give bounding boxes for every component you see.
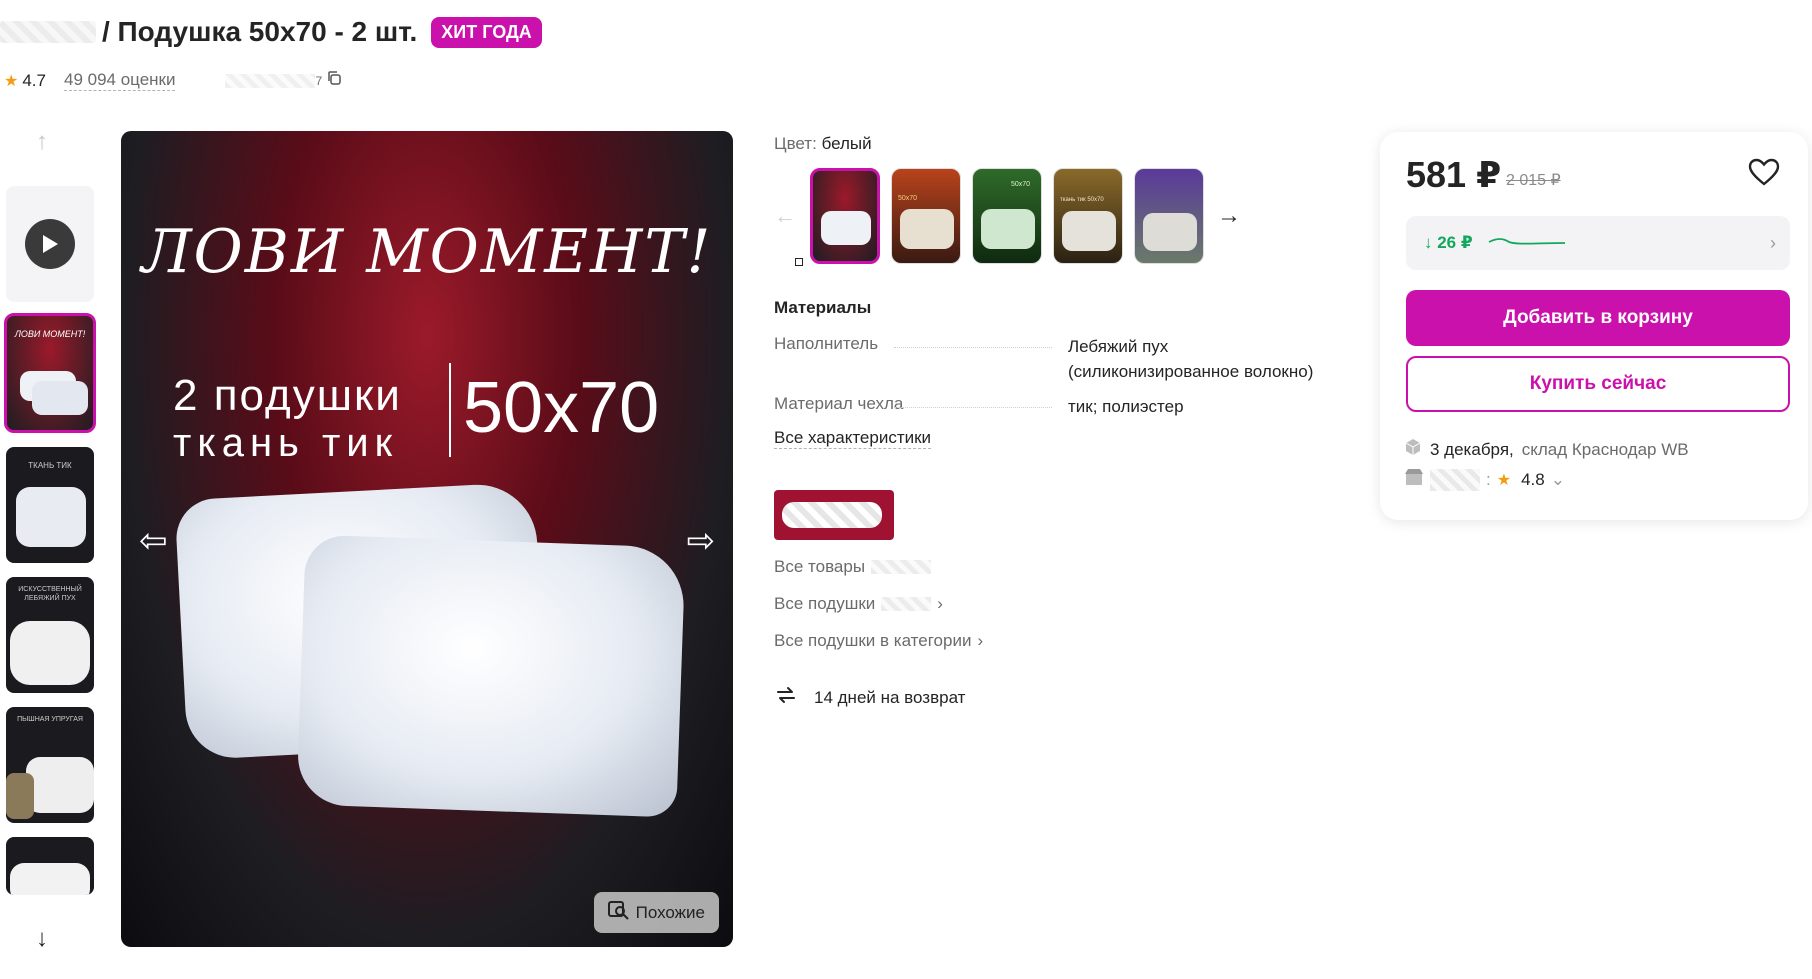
swatch-5[interactable] bbox=[1134, 168, 1204, 264]
swatch-next-arrow-icon[interactable]: → bbox=[1217, 202, 1241, 230]
all-goods-text: Все товары bbox=[774, 557, 866, 576]
spec-name: Наполнитель bbox=[774, 334, 879, 353]
hero-divider bbox=[449, 363, 451, 457]
article-blurred bbox=[225, 73, 316, 88]
link-blurred bbox=[871, 560, 932, 574]
pillow-front bbox=[296, 534, 686, 818]
copy-icon[interactable] bbox=[326, 70, 342, 91]
chevron-right-icon: › bbox=[1770, 232, 1776, 253]
hit-badge: ХИТ ГОДА bbox=[431, 16, 542, 48]
gallery-thumbnail[interactable]: ИСКУССТВЕННЫЙ ЛЕБЯЖИЙ ПУХ bbox=[6, 577, 94, 693]
star-icon: ★ bbox=[4, 72, 19, 90]
thumbs-up-arrow-icon[interactable]: ↑ bbox=[36, 128, 48, 156]
all-pillows-category-link[interactable]: Все подушки в категории › bbox=[774, 631, 983, 651]
trend-sparkline-icon bbox=[1488, 238, 1565, 245]
thumbnail-caption: ПЫШНАЯ УПРУГАЯ bbox=[17, 716, 83, 723]
price-trend-value: ↓ 26 ₽ bbox=[1424, 233, 1473, 252]
return-text: 14 дней на возврат bbox=[814, 687, 966, 707]
color-label-text: Цвет: bbox=[774, 134, 817, 153]
thumbnail-caption: ЛОВИ МОМЕНТ! bbox=[14, 329, 86, 339]
seller-separator: : bbox=[1486, 469, 1491, 489]
swatch-4[interactable]: ткань тик 50x70 bbox=[1053, 168, 1123, 264]
spec-name: Материал чехла bbox=[774, 394, 904, 413]
gallery-thumbnail[interactable]: ПЫШНАЯ УПРУГАЯ bbox=[6, 707, 94, 823]
swatch-2[interactable]: 50x70 bbox=[891, 168, 961, 264]
shop-icon bbox=[1404, 468, 1424, 491]
all-pillows-brand-link[interactable]: Все подушки › bbox=[774, 594, 943, 614]
seller-rating: 4.8 bbox=[1521, 469, 1545, 489]
color-value: белый bbox=[821, 134, 872, 153]
thumbnail-caption: ИСКУССТВЕННЫЙ ЛЕБЯЖИЙ ПУХ bbox=[18, 586, 82, 602]
star-icon: ★ bbox=[1496, 471, 1512, 489]
seller-info[interactable]: : ★ 4.8 ⌄ bbox=[1404, 468, 1565, 491]
all-goods-link[interactable]: Все товары bbox=[774, 557, 932, 577]
reviews-link[interactable]: 49 094 оценки bbox=[63, 70, 176, 91]
swatch-size-label: 50x70 bbox=[1011, 181, 1031, 188]
chevron-right-icon: › bbox=[937, 594, 943, 613]
video-thumbnail[interactable] bbox=[6, 186, 94, 302]
hero-line-2: ткань тик bbox=[173, 421, 399, 465]
buy-card: 581 ₽ 2 015 ₽ ↓ 26 ₽ › Добавить в корзин… bbox=[1380, 132, 1808, 520]
gallery-thumbnail[interactable] bbox=[6, 837, 94, 895]
delivery-date: 3 декабря, bbox=[1430, 439, 1514, 459]
heart-icon[interactable] bbox=[1748, 158, 1780, 191]
article-suffix: 7 bbox=[315, 73, 323, 88]
spec-value: Лебяжий пух (силиконизированное волокно) bbox=[1068, 337, 1314, 381]
current-price: 581 ₽ bbox=[1406, 154, 1502, 195]
similar-button[interactable]: Похожие bbox=[593, 892, 719, 933]
swatch-white[interactable] bbox=[810, 168, 880, 264]
materials-title: Материалы bbox=[774, 298, 872, 317]
price-trend[interactable]: ↓ 26 ₽ › bbox=[1406, 216, 1790, 270]
add-to-cart-button[interactable]: Добавить в корзину bbox=[1406, 290, 1790, 346]
spec-dots bbox=[894, 334, 1052, 348]
hero-line-1: 2 подушки bbox=[173, 371, 402, 420]
buy-now-button[interactable]: Купить сейчас bbox=[1406, 356, 1790, 412]
next-image-arrow-icon[interactable]: ⇨ bbox=[687, 521, 716, 561]
brand-name-blurred[interactable] bbox=[0, 21, 96, 43]
chevron-right-icon: › bbox=[977, 631, 984, 650]
link-blurred bbox=[881, 597, 932, 611]
spec-row: Наполнитель Лебяжий пух (силиконизирован… bbox=[774, 334, 1334, 384]
chevron-down-icon: ⌄ bbox=[1550, 469, 1565, 489]
rating-row: ★ 4.7 49 094 оценки 7 bbox=[4, 70, 342, 91]
main-product-image[interactable]: ЛОВИ МОМЕНТ! 2 подушки ткань тик 50x70 ⇦… bbox=[121, 131, 733, 947]
all-pillows-text: Все подушки bbox=[774, 594, 876, 613]
color-swatches: ← 50x70 50x70 ткань тик 50x70 → bbox=[774, 168, 1241, 264]
box-icon bbox=[1404, 438, 1422, 461]
thumbnail-caption: ТКАНЬ ТИК bbox=[28, 461, 72, 470]
hero-title: ЛОВИ МОМЕНТ! bbox=[141, 217, 713, 287]
seller-logo-blurred bbox=[782, 502, 882, 528]
old-price: 2 015 ₽ bbox=[1506, 172, 1561, 189]
swatch-size-label: ткань тик 50x70 bbox=[1060, 197, 1104, 203]
hero-size: 50x70 bbox=[463, 368, 660, 448]
all-pillows-category-text: Все подушки в категории bbox=[774, 631, 972, 650]
color-label: Цвет: белый bbox=[774, 134, 872, 154]
swatch-prev-arrow-icon[interactable]: ← bbox=[774, 203, 796, 229]
similar-search-icon bbox=[607, 900, 630, 925]
prev-image-arrow-icon[interactable]: ⇦ bbox=[139, 521, 168, 561]
delivery-info: 3 декабря, склад Краснодар WB bbox=[1404, 438, 1689, 461]
gallery-thumbnail[interactable]: ТКАНЬ ТИК bbox=[6, 447, 94, 563]
swatch-3[interactable]: 50x70 bbox=[972, 168, 1042, 264]
rating-value: 4.7 bbox=[22, 70, 46, 90]
return-info: 14 дней на возврат bbox=[774, 684, 965, 711]
swatch-indicator-icon bbox=[795, 258, 803, 266]
gallery-thumbnail[interactable]: ЛОВИ МОМЕНТ! bbox=[4, 313, 96, 433]
delivery-warehouse: склад Краснодар WB bbox=[1521, 439, 1689, 459]
title-row: / Подушка 50x70 - 2 шт. ХИТ ГОДА bbox=[0, 12, 542, 52]
seller-logo[interactable] bbox=[774, 490, 894, 540]
spec-value: тик; полиэстер bbox=[1068, 397, 1184, 416]
spec-row: Материал чехла тик; полиэстер bbox=[774, 394, 1334, 419]
swatch-size-label: 50x70 bbox=[898, 195, 918, 202]
play-icon bbox=[25, 219, 75, 269]
all-characteristics-link[interactable]: Все характеристики bbox=[774, 428, 932, 449]
return-icon bbox=[774, 684, 798, 711]
thumbs-down-arrow-icon[interactable]: ↓ bbox=[36, 925, 48, 953]
product-title: / Подушка 50x70 - 2 шт. bbox=[102, 16, 418, 47]
similar-label: Похожие bbox=[635, 902, 705, 922]
seller-name-blurred bbox=[1430, 468, 1480, 491]
spec-dots bbox=[894, 394, 1052, 408]
